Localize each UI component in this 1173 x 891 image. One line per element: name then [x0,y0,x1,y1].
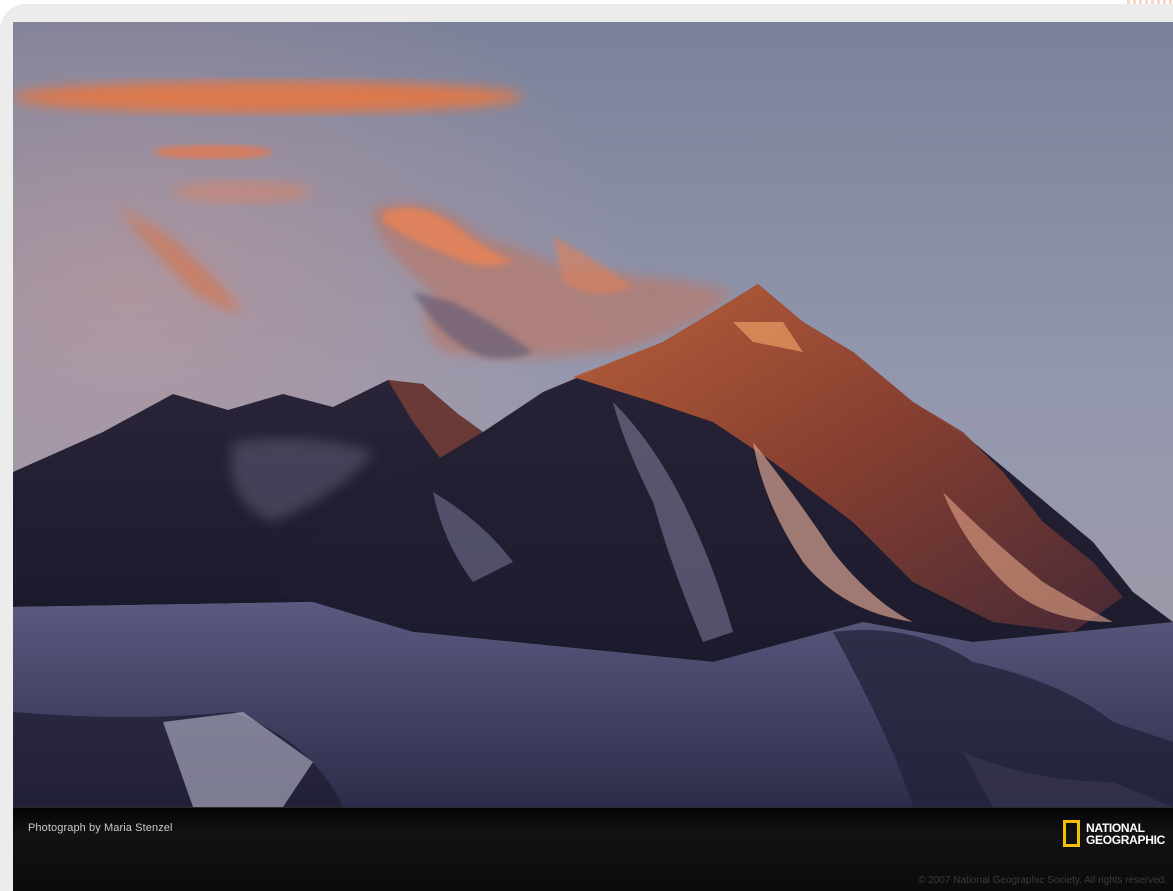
cloud-streak [13,81,523,113]
copyright-notice: © 2007 National Geographic Society. All … [918,875,1167,886]
logo-line-1: NATIONAL [1085,820,1145,835]
national-geographic-logo: NATIONAL GEOGRAPHIC [1062,820,1165,847]
photo-credit: Photograph by Maria Stenzel [28,822,173,834]
yellow-border-icon [1062,820,1080,847]
caption-bar: Photograph by Maria Stenzel NATIONAL GEO… [13,807,1173,891]
mountain-photo [13,22,1173,807]
wallpaper-frame: Photograph by Maria Stenzel NATIONAL GEO… [0,4,1173,891]
logo-line-2: GEOGRAPHIC [1085,832,1165,847]
logo-text: NATIONAL GEOGRAPHIC [1086,822,1165,846]
